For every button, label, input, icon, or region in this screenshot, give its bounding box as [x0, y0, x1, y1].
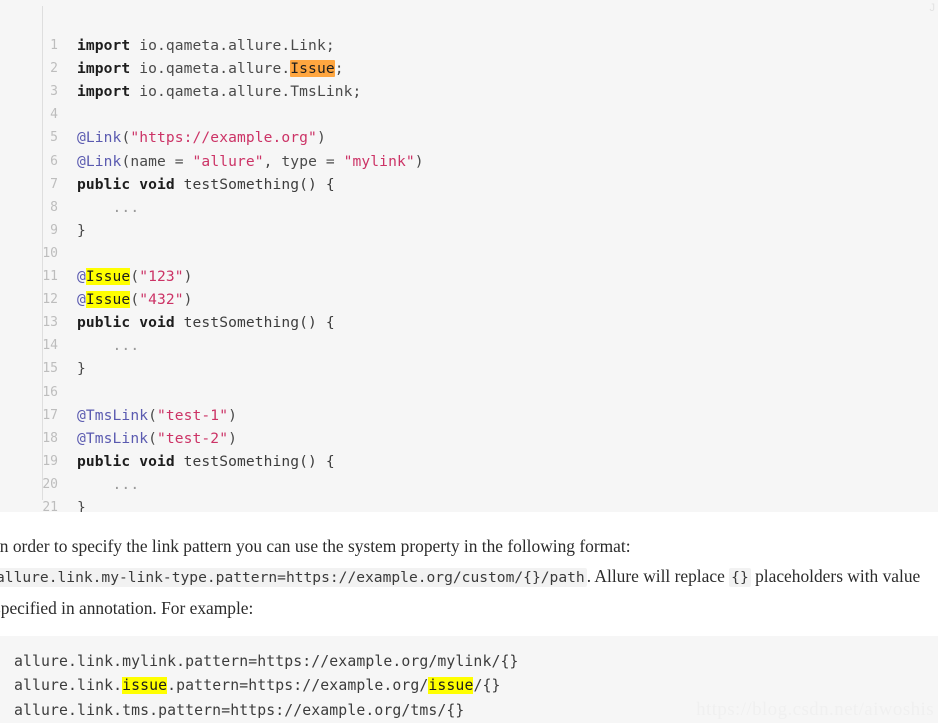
paragraph-text-part-2: . Allure will replace: [586, 566, 730, 586]
code-line: 14 ...: [0, 311, 938, 354]
code-line: allure.link.tms.pattern=https://example.…: [14, 699, 518, 723]
property-line-tms: allure.link.tms.pattern=https://example.…: [14, 701, 465, 719]
property-line-issue-post: /{}: [473, 677, 501, 695]
code-line: allure.link.issue.pattern=https://exampl…: [14, 674, 518, 698]
code-line: 2 import io.qameta.allure.Issue;: [0, 34, 938, 78]
code-language-tag: J: [929, 2, 936, 14]
code-line: 18 @TmsLink("test-2"): [0, 404, 938, 447]
code-line-content: }: [58, 496, 86, 512]
code-lines-container: 1 import io.qameta.allure.Link; 2 import i…: [0, 11, 938, 512]
code-line: 4: [0, 80, 938, 122]
code-line: 5 @Link("https://example.org"): [0, 103, 938, 146]
code-line: 13 public void testSomething() {: [0, 288, 938, 331]
code-line: 20 ...: [0, 450, 938, 493]
code-line: 11 @Issue("123"): [0, 242, 938, 286]
property-line-mylink: allure.link.mylink.pattern=https://examp…: [14, 653, 519, 670]
property-line-issue-mid: .pattern=https://example.org/: [167, 677, 429, 695]
code-line: 1 import io.qameta.allure.Link;: [0, 11, 938, 54]
inline-code-link-pattern: allure.link.my-link-type.pattern=https:/…: [0, 568, 587, 587]
code-line: allure.link.mylink.pattern=https://examp…: [14, 650, 518, 674]
code-line: 3 import io.qameta.allure.TmsLink;: [0, 57, 938, 100]
search-match: issue: [122, 677, 168, 695]
line-number: 21: [42, 499, 58, 512]
java-code-block: J 1 import io.qameta.allure.Link; 2 import…: [0, 0, 938, 512]
inline-code-placeholder: {}: [729, 568, 751, 587]
properties-lines-container: allure.link.mylink.pattern=https://examp…: [14, 650, 518, 723]
properties-code-block: allure.link.mylink.pattern=https://examp…: [0, 636, 938, 723]
code-line: 19 public void testSomething() {: [0, 427, 938, 470]
token-brace: }: [77, 498, 86, 512]
code-line: 16: [0, 357, 938, 400]
code-line: 17 @TmsLink("test-1"): [0, 381, 938, 424]
code-line: 12 @Issue("432"): [0, 265, 938, 309]
property-line-issue-pre: allure.link.: [14, 677, 123, 695]
paragraph-text-part-1: In order to specify the link pattern you…: [0, 536, 631, 556]
code-line: 6 @Link(name = "allure", type = "mylink"): [0, 126, 938, 170]
body-paragraph: In order to specify the link pattern you…: [0, 531, 938, 623]
code-line: 8 ...: [0, 173, 938, 216]
code-line: 15}: [0, 334, 938, 377]
code-line: 10: [0, 219, 938, 261]
gutter-separator-rule: [42, 6, 43, 500]
code-line: 21}: [0, 473, 938, 512]
search-match: issue: [428, 677, 474, 695]
code-line: 9}: [0, 196, 938, 239]
code-line: 7 public void testSomething() {: [0, 150, 938, 193]
